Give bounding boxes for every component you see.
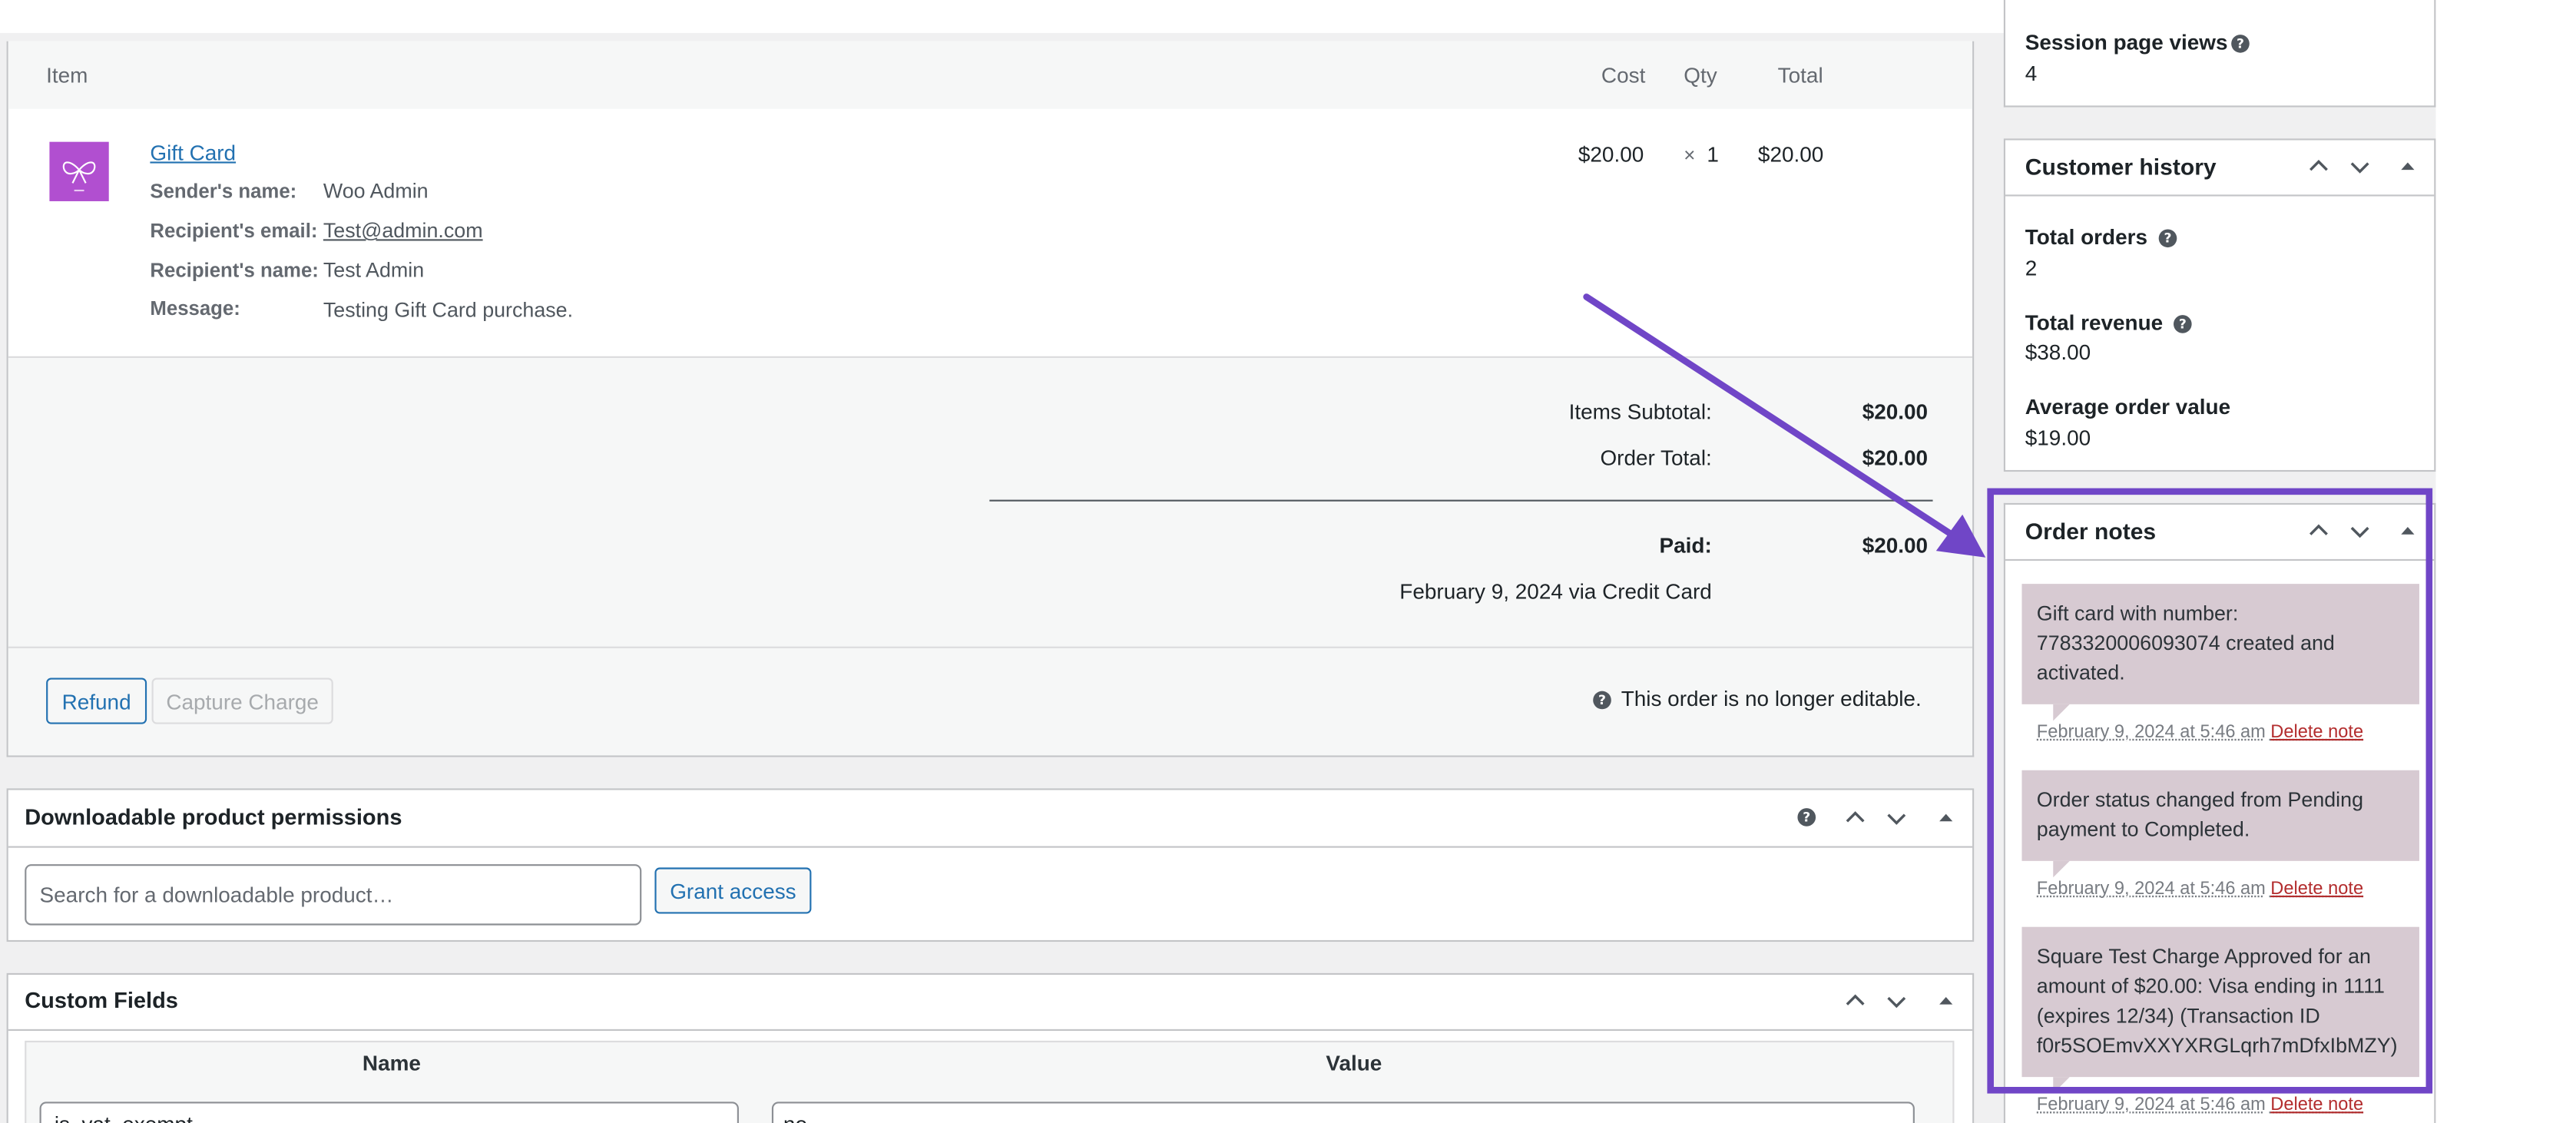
meta-value-sender: Woo Admin (323, 180, 429, 204)
help-icon: ? (2158, 229, 2177, 248)
custom-fields-col-value: Value (1326, 1050, 1382, 1075)
items-table-header (8, 41, 1973, 109)
chevron-up-icon[interactable] (1844, 989, 1867, 1012)
custom-fields-title: Custom Fields (25, 988, 178, 1013)
qty-times-symbol: × (1684, 143, 1696, 167)
not-editable-notice: This order is no longer editable. (1621, 686, 1922, 711)
customer-history-panel (2003, 138, 2436, 472)
refund-button[interactable]: Refund (46, 677, 147, 724)
collapse-toggle-icon[interactable] (1935, 807, 1958, 830)
search-placeholder: Search for a downloadable product… (39, 882, 394, 907)
note-date: February 9, 2024 at 5:46 am (2036, 1095, 2266, 1115)
capture-charge-button[interactable]: Capture Charge (151, 677, 333, 724)
meta-label-recipient-name: Recipient's name: (150, 259, 319, 283)
total-revenue-label: Total revenue (2025, 310, 2164, 335)
chevron-down-icon[interactable] (1885, 807, 1908, 830)
meta-value-message: Testing Gift Card purchase. (323, 298, 574, 322)
chevron-up-icon[interactable] (1844, 807, 1867, 830)
help-icon: ? (1593, 691, 1611, 710)
help-icon[interactable]: ? (1797, 808, 1816, 827)
session-page-views-value: 4 (2025, 61, 2038, 86)
downloadable-panel-title: Downloadable product permissions (25, 804, 402, 830)
downloadable-product-search-input[interactable]: Search for a downloadable product… (25, 864, 642, 926)
meta-label-sender: Sender's name: (150, 180, 297, 204)
custom-field-value-input[interactable]: no (771, 1101, 1915, 1123)
total-orders-label: Total orders (2025, 224, 2148, 250)
collapse-toggle-icon[interactable] (2396, 155, 2419, 178)
custom-fields-col-name: Name (362, 1050, 421, 1075)
annotation-arrow-icon (1583, 293, 1986, 558)
bow-icon (62, 161, 96, 192)
order-edit-screen: Item Cost Qty Total Gift Card Sender's n… (0, 0, 2576, 1123)
total-revenue-value: $38.00 (2025, 340, 2091, 365)
line-item-cost: $20.00 (1578, 141, 1644, 167)
meta-label-recipient-email: Recipient's email: (150, 219, 318, 243)
note-meta: February 9, 2024 at 5:46 am Delete note (2037, 1095, 2363, 1115)
chevron-up-icon[interactable] (2307, 155, 2330, 178)
panel-header-divider (8, 846, 1973, 848)
total-orders-value: 2 (2025, 255, 2038, 281)
average-order-value-value: $19.00 (2025, 425, 2091, 451)
chevron-down-icon[interactable] (2349, 155, 2372, 178)
line-item-total: $20.00 (1757, 141, 1824, 167)
product-link[interactable]: Gift Card (150, 141, 236, 165)
gift-card-thumbnail[interactable] (49, 141, 109, 201)
recipient-email-link[interactable]: Test@admin.com (323, 220, 483, 243)
panel-header-divider (2005, 194, 2435, 197)
highlight-box (1987, 488, 2433, 1094)
meta-value-recipient-name: Test Admin (323, 259, 425, 283)
custom-field-name-input[interactable]: is_vat_exempt (39, 1101, 739, 1123)
column-item: Item (46, 62, 88, 88)
paid-note: February 9, 2024 via Credit Card (1399, 578, 1712, 604)
column-qty: Qty (1684, 62, 1717, 88)
chevron-down-icon[interactable] (1885, 989, 1908, 1012)
actions-divider (8, 646, 1973, 648)
session-page-views-label: Session page views (2025, 29, 2228, 55)
help-icon: ? (2174, 315, 2192, 333)
average-order-value-label: Average order value (2025, 394, 2231, 419)
help-icon: ? (2231, 35, 2250, 53)
column-total: Total (1777, 62, 1823, 88)
meta-label-message: Message: (150, 296, 240, 320)
customer-history-title: Customer history (2025, 153, 2217, 181)
column-cost: Cost (1601, 62, 1646, 88)
grant-access-button[interactable]: Grant access (654, 867, 812, 914)
panel-header-divider (8, 1029, 1973, 1032)
line-item-qty: 1 (1707, 141, 1719, 167)
delete-note-link[interactable]: Delete note (2270, 1095, 2363, 1115)
collapse-toggle-icon[interactable] (1935, 989, 1958, 1012)
